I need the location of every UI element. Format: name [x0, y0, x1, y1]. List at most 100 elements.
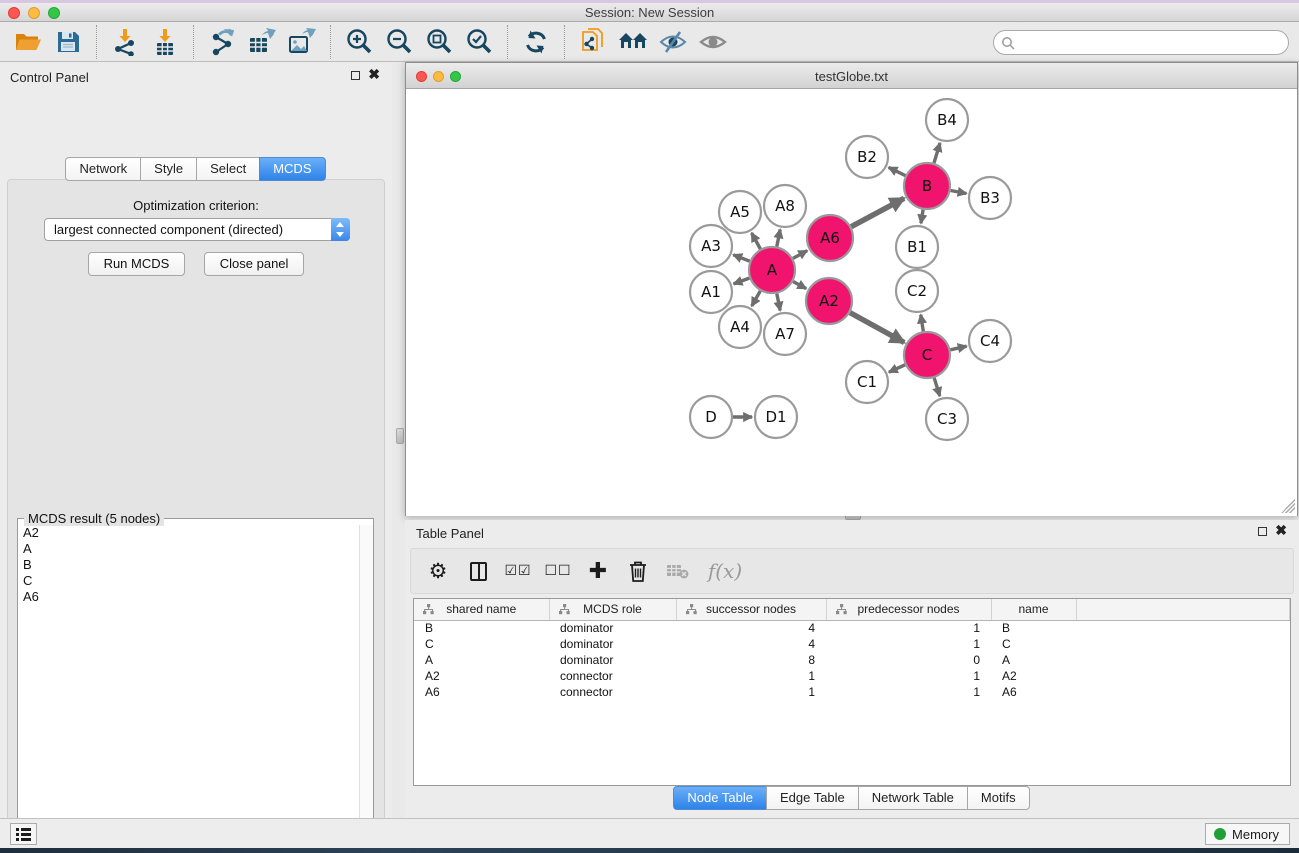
hide-unhide-icon[interactable]: [653, 25, 693, 59]
table-row[interactable]: Cdominator41C: [414, 636, 1290, 652]
mcds-result-item[interactable]: B: [19, 557, 358, 573]
edge-C-C4[interactable]: [950, 346, 966, 350]
select-all-columns-icon[interactable]: ☑☑: [505, 557, 531, 585]
window-resize-grip[interactable]: [1281, 499, 1295, 513]
delete-table-icon[interactable]: [665, 557, 691, 585]
cell-shared-name[interactable]: B: [414, 620, 549, 636]
cell-name[interactable]: A2: [991, 668, 1076, 684]
edge-B-B2[interactable]: [889, 167, 906, 175]
cell-shared-name[interactable]: A: [414, 652, 549, 668]
copy-network-icon[interactable]: [573, 25, 613, 59]
node-table[interactable]: shared nameMCDS rolesuccessor nodesprede…: [413, 598, 1291, 786]
mcds-result-list[interactable]: A2ABCA6: [19, 525, 358, 853]
split-columns-icon[interactable]: [465, 557, 491, 585]
edge-C-C2[interactable]: [921, 315, 924, 332]
criterion-dropdown[interactable]: largest connected component (directed): [44, 218, 350, 241]
import-table-icon[interactable]: [145, 25, 185, 59]
import-network-icon[interactable]: [105, 25, 145, 59]
edge-A-A6[interactable]: [793, 251, 807, 259]
edge-C-C3[interactable]: [934, 378, 940, 396]
search-field[interactable]: [993, 30, 1289, 55]
tab-edge-table[interactable]: Edge Table: [766, 786, 859, 810]
task-history-button[interactable]: [10, 823, 37, 845]
tab-select[interactable]: Select: [196, 157, 260, 181]
zoom-selected-icon[interactable]: [459, 25, 499, 59]
export-network-icon[interactable]: [202, 25, 242, 59]
close-panel-icon[interactable]: ✖: [368, 69, 380, 80]
zoom-in-icon[interactable]: [339, 25, 379, 59]
tab-style[interactable]: Style: [140, 157, 197, 181]
edge-A-A1[interactable]: [734, 278, 750, 284]
close-table-panel-icon[interactable]: ✖: [1275, 525, 1287, 536]
edge-A-A8[interactable]: [777, 230, 780, 247]
tab-mcds[interactable]: MCDS: [259, 157, 325, 181]
float-table-panel-icon[interactable]: [1258, 527, 1267, 539]
memory-button[interactable]: Memory: [1205, 823, 1290, 845]
cell-MCDS-role[interactable]: connector: [549, 684, 676, 700]
cell-predecessor-nodes[interactable]: 1: [826, 668, 991, 684]
cell-shared-name[interactable]: A6: [414, 684, 549, 700]
column-header-shared-name[interactable]: shared name: [414, 599, 549, 620]
cell-name[interactable]: A: [991, 652, 1076, 668]
cell-MCDS-role[interactable]: dominator: [549, 636, 676, 652]
mcds-result-item[interactable]: C: [19, 573, 358, 589]
table-row[interactable]: Bdominator41B: [414, 620, 1290, 636]
open-folder-icon[interactable]: [8, 25, 48, 59]
float-panel-icon[interactable]: [351, 71, 360, 83]
cell-successor-nodes[interactable]: 8: [676, 652, 826, 668]
export-image-icon[interactable]: [282, 25, 322, 59]
cell-predecessor-nodes[interactable]: 1: [826, 636, 991, 652]
cell-MCDS-role[interactable]: connector: [549, 668, 676, 684]
cell-successor-nodes[interactable]: 4: [676, 636, 826, 652]
table-row[interactable]: A6connector11A6: [414, 684, 1290, 700]
edge-A-A2[interactable]: [793, 282, 806, 289]
edge-C-C1[interactable]: [889, 365, 905, 372]
zoom-out-icon[interactable]: [379, 25, 419, 59]
cell-predecessor-nodes[interactable]: 0: [826, 652, 991, 668]
tab-network-table[interactable]: Network Table: [858, 786, 968, 810]
cell-shared-name[interactable]: A2: [414, 668, 549, 684]
column-header-MCDS-role[interactable]: MCDS role: [549, 599, 676, 620]
close-panel-button[interactable]: Close panel: [204, 252, 305, 276]
network-canvas[interactable]: A5A8A6A3AA1A4A7A2B2B4BB3B1C2C4CC1C3DD1: [406, 89, 1297, 516]
edge-A6-B[interactable]: [851, 198, 904, 226]
home-network-icon[interactable]: [613, 25, 653, 59]
edge-A-A7[interactable]: [777, 294, 780, 311]
edge-B-B1[interactable]: [921, 210, 923, 224]
cell-predecessor-nodes[interactable]: 1: [826, 620, 991, 636]
tab-network[interactable]: Network: [65, 157, 141, 181]
refresh-icon[interactable]: [516, 25, 556, 59]
edge-A-A3[interactable]: [733, 255, 749, 261]
add-column-plus-icon[interactable]: ✚: [585, 557, 611, 585]
column-header-name[interactable]: name: [991, 599, 1076, 620]
tab-motifs[interactable]: Motifs: [967, 786, 1030, 810]
table-row[interactable]: Adominator80A: [414, 652, 1290, 668]
function-builder-icon[interactable]: f(x): [705, 557, 745, 585]
cell-name[interactable]: A6: [991, 684, 1076, 700]
zoom-fit-icon[interactable]: [419, 25, 459, 59]
edge-B-B3[interactable]: [951, 191, 967, 194]
cell-shared-name[interactable]: C: [414, 636, 549, 652]
edge-A-A5[interactable]: [752, 233, 761, 249]
cell-successor-nodes[interactable]: 1: [676, 668, 826, 684]
cell-MCDS-role[interactable]: dominator: [549, 652, 676, 668]
export-table-icon[interactable]: [242, 25, 282, 59]
deselect-all-columns-icon[interactable]: ☐☐: [545, 557, 571, 585]
run-mcds-button[interactable]: Run MCDS: [88, 252, 186, 276]
cell-predecessor-nodes[interactable]: 1: [826, 684, 991, 700]
save-icon[interactable]: [48, 25, 88, 59]
delete-trash-icon[interactable]: [625, 557, 651, 585]
table-row[interactable]: A2connector11A2: [414, 668, 1290, 684]
edge-A2-C[interactable]: [850, 313, 904, 343]
cell-successor-nodes[interactable]: 1: [676, 684, 826, 700]
mcds-result-item[interactable]: A6: [19, 589, 358, 605]
cell-name[interactable]: C: [991, 636, 1076, 652]
cell-name[interactable]: B: [991, 620, 1076, 636]
mcds-result-item[interactable]: A: [19, 541, 358, 557]
result-scrollbar[interactable]: [359, 525, 373, 853]
column-header-successor-nodes[interactable]: successor nodes: [676, 599, 826, 620]
cell-successor-nodes[interactable]: 4: [676, 620, 826, 636]
table-settings-gear-icon[interactable]: ⚙: [425, 557, 451, 585]
cell-MCDS-role[interactable]: dominator: [549, 620, 676, 636]
edge-A-A4[interactable]: [752, 291, 761, 306]
